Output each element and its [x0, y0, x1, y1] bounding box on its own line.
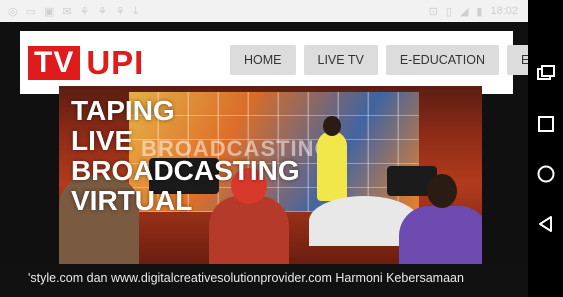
site-header: TV UPI HOME LIVE TV E-EDUCATION E-EX — [20, 31, 528, 94]
presenter-figure — [317, 131, 347, 201]
mail-icon: ✉ — [62, 5, 72, 18]
hero-title-line: TAPING — [71, 95, 175, 126]
menu-item-e-ex[interactable]: E-EX — [507, 45, 528, 75]
battery-icon: ▮ — [476, 5, 483, 18]
signal-icon: ◢ — [459, 5, 469, 18]
hero-title-line: VIRTUAL — [71, 185, 193, 216]
operator-right — [399, 206, 482, 264]
news-ticker: 'style.com dan www.digitalcreativesoluti… — [0, 264, 528, 297]
status-bar: ◎ ▭ ▣ ✉ ⚘ ⚘ ⚘ ⤓ ⊡ ▯ ◢ ▮ 18:02 — [0, 0, 528, 22]
image-icon: ▣ — [44, 5, 55, 18]
message-icon: ▭ — [25, 5, 37, 18]
logo-tv: TV — [28, 46, 81, 80]
app-icon: ⚘ — [115, 5, 126, 18]
hero-title: TAPING LIVE BROADCASTING VIRTUAL — [71, 96, 300, 216]
app-viewport: TV UPI HOME LIVE TV E-EDUCATION E-EX BRO… — [0, 22, 528, 297]
app-icon: ⚘ — [97, 5, 108, 18]
cast-icon: ⊡ — [428, 5, 438, 18]
menu-item-home[interactable]: HOME — [230, 45, 296, 75]
hero-title-line: BROADCASTING — [71, 155, 300, 186]
status-time: 18:02 — [490, 5, 518, 17]
hero-title-line: LIVE — [71, 125, 134, 156]
back-triangle-icon[interactable] — [535, 213, 557, 235]
presenter-head — [323, 116, 341, 136]
logo-upi: UPI — [86, 44, 145, 81]
vibrate-icon: ▯ — [445, 5, 452, 18]
operator-right-head — [427, 174, 457, 208]
menu-item-e-education[interactable]: E-EDUCATION — [385, 45, 500, 75]
hero-banner[interactable]: BROADCASTING TAPING LIVE BROADCASTING VI… — [59, 86, 482, 264]
notification-icons: ◎ ▭ ▣ ✉ ⚘ ⚘ ⚘ ⤓ — [0, 5, 138, 18]
whatsapp-icon: ◎ — [8, 5, 18, 18]
app-icon: ⚘ — [79, 5, 90, 18]
system-icons: ⊡ ▯ ◢ ▮ 18:02 — [429, 5, 528, 18]
main-menu: HOME LIVE TV E-EDUCATION E-EX — [230, 45, 528, 75]
home-circle-icon[interactable] — [535, 163, 557, 185]
android-nav-bar — [528, 0, 563, 297]
menu-item-live-tv[interactable]: LIVE TV — [303, 45, 378, 75]
logo[interactable]: TV UPI — [28, 44, 145, 81]
recent-switch-icon[interactable] — [535, 63, 557, 85]
overview-square-icon[interactable] — [535, 113, 557, 135]
download-icon: ⤓ — [133, 4, 139, 17]
